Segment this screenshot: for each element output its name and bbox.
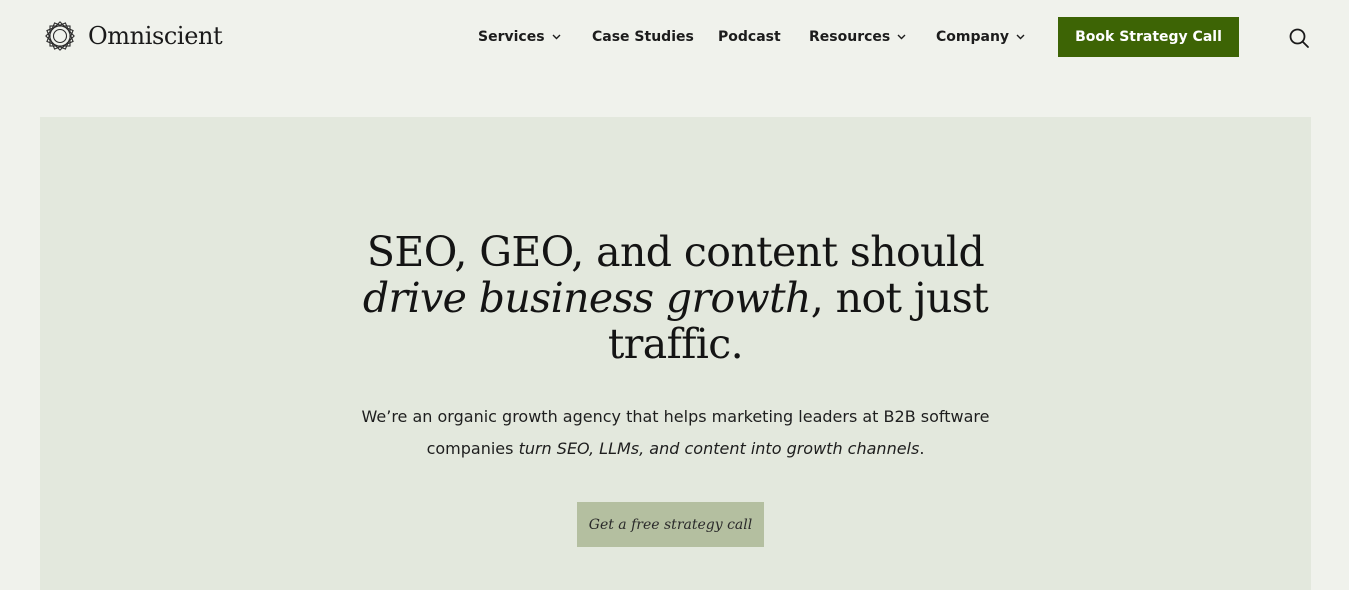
nav-item-label: Case Studies (592, 29, 694, 45)
logo-link[interactable]: Omniscient (42, 18, 223, 54)
site-header: Omniscient Services Case Studies Podcast… (0, 0, 1349, 74)
hero-section: SEO, GEO, and content should drive busin… (40, 117, 1311, 590)
hero-subtitle-line-2-end: . (919, 439, 925, 458)
chevron-down-icon (552, 34, 561, 40)
hero-title-line-2-rest: , not just (810, 274, 989, 322)
hero-title: SEO, GEO, and content should drive busin… (40, 229, 1311, 367)
hero-title-emphasis: drive business growth (362, 274, 812, 322)
book-strategy-call-button[interactable]: Book Strategy Call (1058, 17, 1239, 57)
nav-item-label: Podcast (718, 29, 781, 45)
brand-name: Omniscient (88, 22, 223, 50)
hero-title-line-3: traffic. (607, 320, 744, 368)
nav-item-label: Resources (809, 29, 891, 45)
search-button[interactable] (1287, 26, 1311, 50)
hero-subtitle-line-2: companies turn SEO, LLMs, and content in… (40, 433, 1311, 465)
hero-subtitle-line-2-start: companies (426, 439, 519, 458)
nav-item-company[interactable]: Company (936, 29, 1025, 45)
nav-item-case-studies[interactable]: Case Studies (592, 29, 694, 45)
nav-item-label: Company (936, 29, 1010, 45)
nav-item-services[interactable]: Services (478, 29, 561, 45)
interlocking-knot-logo-icon (42, 18, 78, 54)
hero-title-line-1: SEO, GEO, and content should (366, 228, 985, 276)
hero-subtitle: We’re an organic growth agency that help… (40, 401, 1311, 465)
hero-subtitle-emphasis: turn SEO, LLMs, and content into growth … (518, 439, 920, 458)
hero-title-line-2: drive business growth, not just (40, 275, 1311, 321)
search-icon (1289, 28, 1309, 48)
get-free-strategy-call-button[interactable]: Get a free strategy call (577, 502, 764, 547)
nav-item-resources[interactable]: Resources (809, 29, 906, 45)
chevron-down-icon (1016, 34, 1025, 40)
chevron-down-icon (897, 34, 906, 40)
hero-subtitle-line-1: We’re an organic growth agency that help… (361, 407, 990, 426)
nav-item-podcast[interactable]: Podcast (718, 29, 781, 45)
nav-item-label: Services (478, 29, 545, 45)
